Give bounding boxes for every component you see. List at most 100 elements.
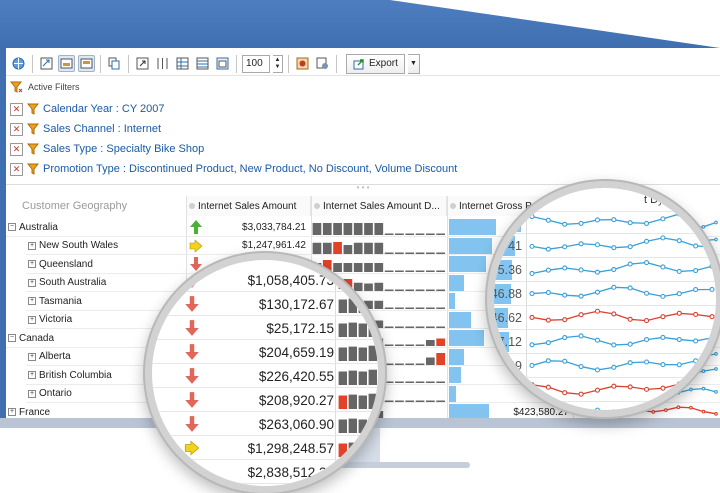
filter-item[interactable]: ✕ Calendar Year : CY 2007 xyxy=(10,100,165,118)
export-button[interactable]: Export xyxy=(346,53,405,74)
sparkbar-bar xyxy=(348,442,357,457)
trend-point xyxy=(594,337,601,343)
filter-label[interactable]: Sales Type : Specialty Bike Shop xyxy=(43,143,204,155)
filter-label[interactable]: Sales Channel : Internet xyxy=(43,123,161,135)
copy-icon[interactable] xyxy=(106,55,123,72)
sparkbar-bar xyxy=(312,242,322,254)
remove-filter-icon[interactable]: ✕ xyxy=(10,122,23,136)
sparkbar-bar xyxy=(395,400,404,402)
filter-item[interactable]: ✕ Promotion Type : Discontinued Product,… xyxy=(10,160,457,178)
expand-icon[interactable]: + xyxy=(28,352,36,361)
window-icon[interactable] xyxy=(214,55,231,72)
layout-alt-icon[interactable] xyxy=(78,55,95,72)
drill-icon[interactable] xyxy=(38,55,55,72)
chart-wizard-icon[interactable] xyxy=(294,55,311,72)
row-member[interactable]: + France xyxy=(8,403,50,418)
trend-point xyxy=(578,241,584,247)
expand-icon[interactable]: + xyxy=(28,315,36,324)
expand-icon[interactable]: + xyxy=(28,389,36,398)
table-icon[interactable] xyxy=(194,55,211,72)
sparkbar-bar xyxy=(368,417,377,433)
row-member[interactable]: − Canada xyxy=(8,329,54,348)
filter-label[interactable]: Calendar Year : CY 2007 xyxy=(43,103,165,115)
trend-point xyxy=(545,267,551,273)
collapse-icon[interactable]: − xyxy=(8,223,16,232)
trend-line-chart xyxy=(529,235,715,252)
settings-icon[interactable] xyxy=(314,55,331,72)
column-header-sales-dyn[interactable]: Internet Sales Amount D... xyxy=(311,196,447,216)
filter-item[interactable]: ✕ Sales Channel : Internet xyxy=(10,120,161,138)
expand-icon[interactable]: + xyxy=(28,371,36,380)
row-member[interactable]: + South Australia xyxy=(28,274,106,293)
trend-point xyxy=(676,405,682,410)
expand-icon[interactable]: + xyxy=(8,408,16,417)
sparkbar-bar xyxy=(358,371,367,385)
trend-point xyxy=(611,284,617,290)
columns-icon[interactable] xyxy=(154,55,171,72)
expand-icon[interactable] xyxy=(134,55,151,72)
row-member-label: New South Wales xyxy=(39,240,119,252)
row-member[interactable]: + Victoria xyxy=(28,311,72,330)
page-size-stepper[interactable]: ▲ ▼ xyxy=(273,54,283,73)
globe-icon[interactable] xyxy=(10,55,27,72)
sparkbar-bar xyxy=(436,270,445,272)
trend-point xyxy=(676,211,682,217)
trend-line-chart xyxy=(594,405,687,410)
sparkbar-bar xyxy=(415,363,425,365)
magnified-gross-value: 46.62 xyxy=(494,311,522,325)
remove-filter-icon[interactable]: ✕ xyxy=(10,162,23,176)
grid-icon[interactable] xyxy=(174,55,191,72)
trend-line-chart xyxy=(529,380,715,397)
expand-icon[interactable]: + xyxy=(28,260,36,269)
expand-icon[interactable]: + xyxy=(28,241,36,250)
row-member[interactable]: − Australia xyxy=(8,218,58,237)
export-dropdown-button[interactable]: ▼ xyxy=(407,53,420,74)
magnified-row: $2,838,512.36 xyxy=(152,460,378,484)
page-size-input[interactable]: 100 xyxy=(242,54,270,73)
row-member[interactable]: + New South Wales xyxy=(28,237,118,256)
row-member[interactable]: + Tasmania xyxy=(28,292,82,311)
row-member-label: Ontario xyxy=(39,388,72,400)
sparkbar-bar xyxy=(405,344,415,346)
trend-point xyxy=(693,358,699,364)
expand-icon[interactable]: + xyxy=(28,278,36,287)
sales-amount-cell: $1,247,961.42 xyxy=(242,240,306,252)
sparkbar-bar xyxy=(374,242,384,254)
spin-up-icon[interactable]: ▲ xyxy=(275,57,281,64)
remove-filter-icon[interactable]: ✕ xyxy=(10,142,23,156)
sparkbar-bar xyxy=(384,233,394,235)
filter-clear-icon[interactable] xyxy=(10,81,23,93)
sparkbar-bar xyxy=(436,252,445,254)
sparkbar-bar xyxy=(425,270,435,272)
trend-point xyxy=(709,335,715,341)
magnified-sales-value: $226,420.55 xyxy=(258,368,334,384)
trend-point xyxy=(594,269,601,275)
arrow-down-icon xyxy=(185,320,199,336)
row-member[interactable]: + Queensland xyxy=(28,255,93,274)
trend-point xyxy=(578,293,584,299)
sparkbar-bar xyxy=(415,289,425,291)
magnified-row: $204,659.19 xyxy=(152,340,378,364)
trend-point xyxy=(594,387,601,393)
trend-point xyxy=(627,220,633,226)
collapse-icon[interactable]: − xyxy=(8,334,16,343)
filter-item[interactable]: ✕ Sales Type : Specialty Bike Shop xyxy=(10,140,204,158)
filter-label[interactable]: Promotion Type : Discontinued Product, N… xyxy=(43,163,457,175)
sparkbar-bar xyxy=(384,270,394,272)
magnified-sparkbar xyxy=(338,273,377,289)
sparkbar-chart xyxy=(312,223,445,235)
column-header-label: Internet Sales Amount xyxy=(198,200,297,212)
layout-icon[interactable] xyxy=(58,55,75,72)
trend-point xyxy=(562,292,568,298)
expand-icon[interactable]: + xyxy=(28,297,36,306)
sparkbar-bar xyxy=(374,223,384,235)
row-member[interactable]: + Alberta xyxy=(28,348,71,367)
remove-filter-icon[interactable]: ✕ xyxy=(10,102,23,116)
row-member[interactable]: + British Columbia xyxy=(28,366,112,385)
column-header-sales[interactable]: Internet Sales Amount xyxy=(186,196,311,216)
trend-point xyxy=(545,289,551,296)
magnified-sparkbar xyxy=(338,297,377,313)
row-member[interactable]: + Ontario xyxy=(28,385,72,404)
export-label: Export xyxy=(369,58,398,69)
spin-down-icon[interactable]: ▼ xyxy=(275,64,281,71)
